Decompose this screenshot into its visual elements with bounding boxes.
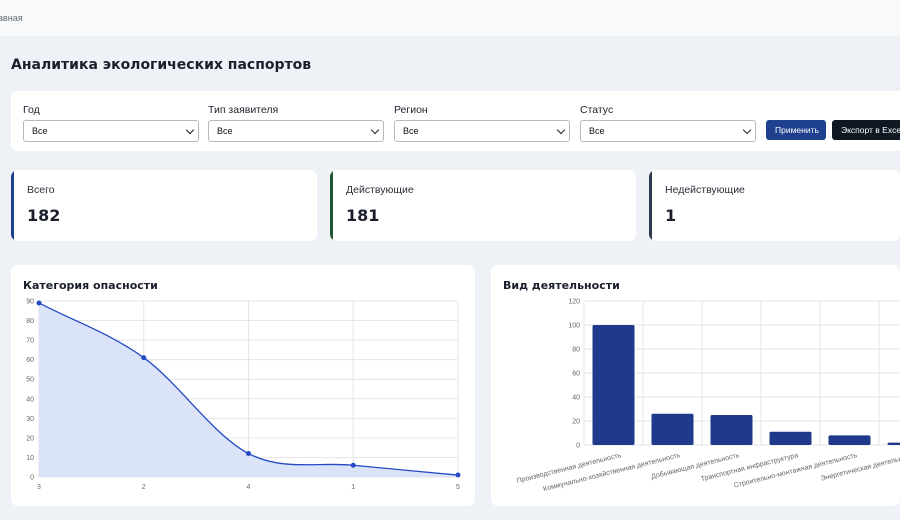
- filter-status-value: Все: [589, 126, 605, 136]
- data-point: [141, 355, 147, 361]
- filter-status: Статус Все: [580, 104, 756, 142]
- filter-region-label: Регион: [394, 104, 428, 116]
- filter-region: Регион Все: [394, 104, 570, 142]
- y-tick-label: 20: [26, 435, 34, 442]
- y-tick-label: 60: [26, 357, 34, 364]
- y-tick-label: 80: [572, 347, 580, 354]
- y-tick-label: 20: [572, 419, 580, 426]
- y-tick-label: 40: [26, 396, 34, 403]
- y-tick-label: 30: [26, 416, 34, 423]
- x-tick-label: 1: [351, 484, 355, 491]
- bar: [710, 415, 753, 445]
- activity-type-chart: 020406080100120Производственная деятельн…: [516, 299, 900, 493]
- y-tick-label: 120: [568, 299, 580, 306]
- y-tick-label: 100: [568, 323, 580, 330]
- filter-year-value: Все: [32, 126, 48, 136]
- data-point: [350, 462, 356, 468]
- y-tick-label: 80: [26, 318, 34, 325]
- kpi-card-active: Действующие 181: [330, 170, 636, 241]
- x-tick-label: 2: [142, 484, 146, 491]
- filter-status-label: Статус: [580, 104, 614, 116]
- bar: [651, 413, 694, 445]
- x-tick-label: 4: [247, 484, 251, 491]
- kpi-accent-bar: [649, 170, 652, 241]
- bar: [887, 442, 900, 445]
- bar: [828, 435, 871, 445]
- y-tick-label: 40: [572, 395, 580, 402]
- y-tick-label: 60: [572, 371, 580, 378]
- filter-region-select[interactable]: Все: [394, 120, 570, 142]
- kpi-accent-bar: [330, 170, 333, 241]
- hazard-category-chart: 0 10 20 30 40 50 60 70 80 90 3 2 4 1 5: [26, 299, 461, 491]
- kpi-label: Всего: [27, 184, 55, 196]
- export-excel-button[interactable]: Экспорт в Excel: [832, 120, 900, 140]
- y-tick-label: 0: [30, 475, 34, 482]
- chevron-down-icon: [185, 125, 195, 135]
- y-tick-label: 70: [26, 338, 34, 345]
- filter-region-value: Все: [403, 126, 419, 136]
- x-tick-label: Энергетическая деятельность: [820, 452, 900, 483]
- filter-applicant-type: Тип заявителя Все: [208, 104, 384, 142]
- top-bar: авная: [0, 0, 900, 36]
- activity-type-card: Вид деятельности 0 20 40 60 80 100 120 Производ…: [491, 265, 900, 506]
- filter-year-select[interactable]: Все: [23, 120, 199, 142]
- kpi-label: Недействующие: [665, 184, 745, 196]
- filter-status-select[interactable]: Все: [580, 120, 756, 142]
- kpi-value: 181: [346, 206, 380, 225]
- kpi-value: 182: [27, 206, 61, 225]
- chevron-down-icon: [370, 125, 380, 135]
- y-tick-label: 10: [26, 455, 34, 462]
- bar: [769, 431, 812, 445]
- chevron-down-icon: [556, 125, 566, 135]
- filter-applicant-type-label: Тип заявителя: [208, 104, 279, 116]
- data-point: [455, 472, 461, 478]
- kpi-card-inactive: Недействующие 1: [649, 170, 900, 241]
- y-tick-label: 90: [26, 299, 34, 306]
- bar: [592, 325, 635, 445]
- kpi-card-total: Всего 182: [11, 170, 317, 241]
- chevron-down-icon: [742, 125, 752, 135]
- y-tick-label: 0: [576, 443, 580, 450]
- y-tick-label: 50: [26, 377, 34, 384]
- page-title: Аналитика экологических паспортов: [11, 57, 312, 73]
- kpi-value: 1: [665, 206, 677, 225]
- apply-button[interactable]: Применить: [766, 120, 826, 140]
- breadcrumb[interactable]: авная: [0, 13, 23, 23]
- x-tick-label: 3: [37, 484, 41, 491]
- kpi-accent-bar: [11, 170, 14, 241]
- hazard-category-card: Категория опасности 0 10 20 30 40 50 60 70 80 90 3…: [11, 265, 475, 506]
- filter-year-label: Год: [23, 104, 40, 116]
- kpi-label: Действующие: [346, 184, 414, 196]
- filter-applicant-type-select[interactable]: Все: [208, 120, 384, 142]
- filter-applicant-type-value: Все: [217, 126, 233, 136]
- data-point: [36, 300, 42, 306]
- filter-year: Год Все: [23, 104, 199, 142]
- data-point: [246, 451, 251, 457]
- x-tick-label: 5: [456, 484, 460, 491]
